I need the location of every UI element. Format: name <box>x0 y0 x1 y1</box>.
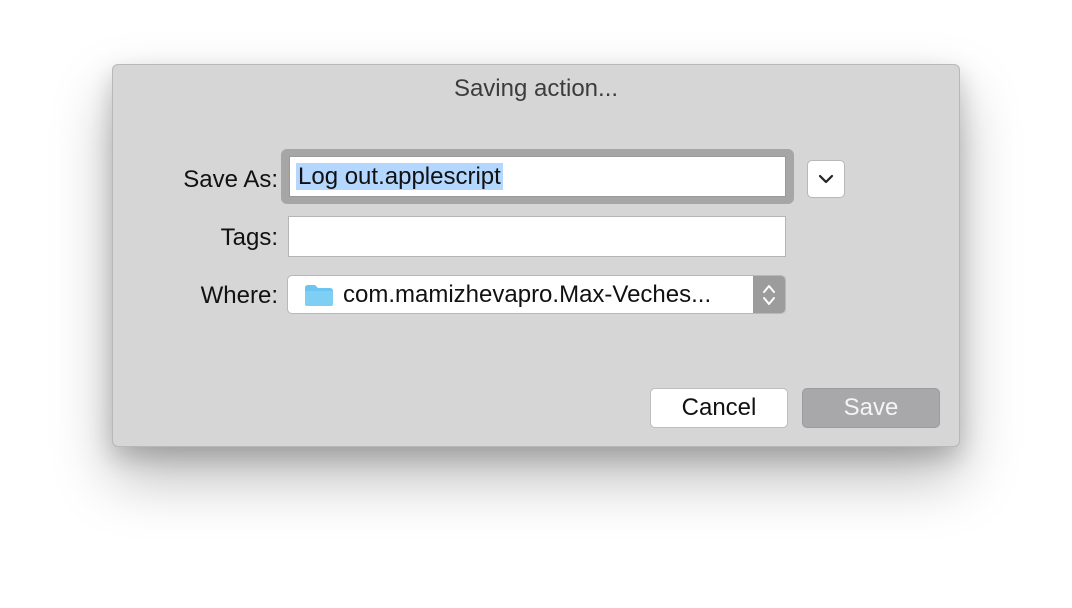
where-location-text: com.mamizhevapro.Max-Veches... <box>343 281 712 308</box>
tags-field[interactable] <box>288 216 786 257</box>
folder-icon <box>305 285 333 306</box>
save-button[interactable]: Save <box>802 388 940 428</box>
chevron-down-icon <box>818 174 834 184</box>
where-label: Where: <box>200 282 278 309</box>
save-as-selected-text[interactable]: Log out.applescript <box>296 163 503 190</box>
up-down-arrows-icon <box>763 284 775 305</box>
save-as-field[interactable]: Log out.applescript <box>289 156 786 197</box>
tags-label: Tags: <box>220 224 278 251</box>
where-stepper[interactable] <box>753 276 785 313</box>
expand-dialog-button[interactable] <box>807 160 845 198</box>
cancel-button[interactable]: Cancel <box>650 388 788 428</box>
save-as-label: Save As: <box>183 166 278 193</box>
dialog-title: Saving action... <box>453 75 619 102</box>
save-dialog: Saving action... Save As: Log out.apples… <box>112 64 960 447</box>
stage: Saving action... Save As: Log out.apples… <box>0 0 1072 608</box>
where-popup[interactable]: com.mamizhevapro.Max-Veches... <box>287 275 786 314</box>
